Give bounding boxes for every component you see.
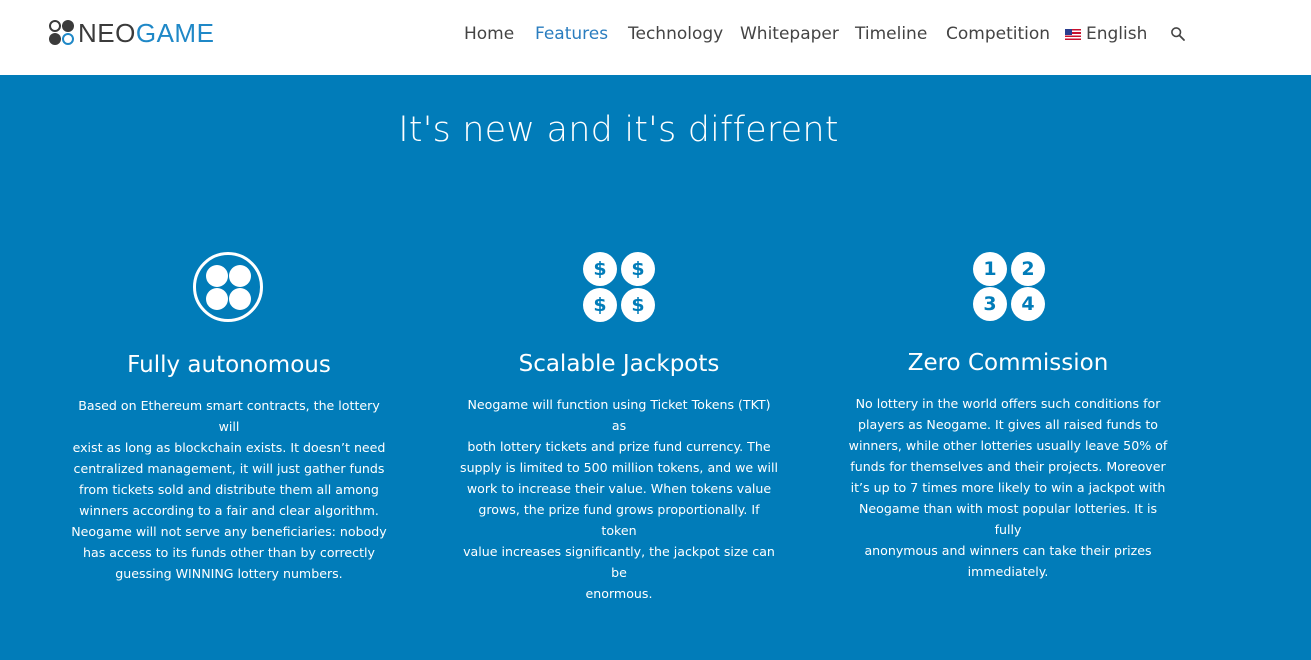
nav-item-home[interactable]: Home: [464, 22, 514, 46]
number-ball: 3: [973, 287, 1007, 321]
feature-title: Scalable Jackpots: [518, 351, 720, 377]
logo-mark-icon: [48, 19, 76, 47]
logo-text-game: GAME: [135, 18, 215, 48]
feature-description: No lottery in the world offers such cond…: [848, 396, 1168, 579]
four-circles-icon: [193, 252, 263, 322]
language-selector[interactable]: English: [1065, 22, 1147, 46]
feature-card: Zero Commission No lottery in the world …: [848, 350, 1168, 582]
search-icon[interactable]: [1170, 26, 1186, 42]
nav-item-features[interactable]: Features: [535, 22, 608, 46]
neogame-logo[interactable]: NEOGAME: [48, 18, 214, 48]
feature-card: Fully autonomous Based on Ethereum smart…: [69, 352, 389, 584]
section-title: It's new and it's different: [398, 110, 839, 150]
number-ball: 4: [1011, 287, 1045, 321]
dollar-coin: $: [583, 288, 617, 322]
dollar-coin: $: [621, 288, 655, 322]
logo-text-neo: NEO: [78, 18, 136, 48]
number-ball: 2: [1011, 252, 1045, 286]
feature-description: Neogame will function using Ticket Token…: [460, 397, 778, 601]
number-ball: 1: [973, 252, 1007, 286]
logo-text: NEOGAME: [78, 18, 214, 48]
us-flag-icon: [1065, 29, 1081, 40]
feature-title: Fully autonomous: [127, 352, 331, 378]
nav-item-whitepaper[interactable]: Whitepaper: [740, 22, 839, 46]
site-header: NEOGAME Home Features Technology Whitepa…: [0, 0, 1311, 75]
feature-card: Scalable Jackpots Neogame will function …: [459, 351, 779, 604]
dollar-coin: $: [583, 252, 617, 286]
feature-description: Based on Ethereum smart contracts, the l…: [71, 398, 387, 581]
feature-title: Zero Commission: [907, 350, 1109, 376]
dollar-coin: $: [621, 252, 655, 286]
nav-item-competition[interactable]: Competition: [946, 22, 1050, 46]
language-label: English: [1086, 24, 1148, 44]
nav-item-technology[interactable]: Technology: [628, 22, 723, 46]
nav-item-timeline[interactable]: Timeline: [855, 22, 927, 46]
